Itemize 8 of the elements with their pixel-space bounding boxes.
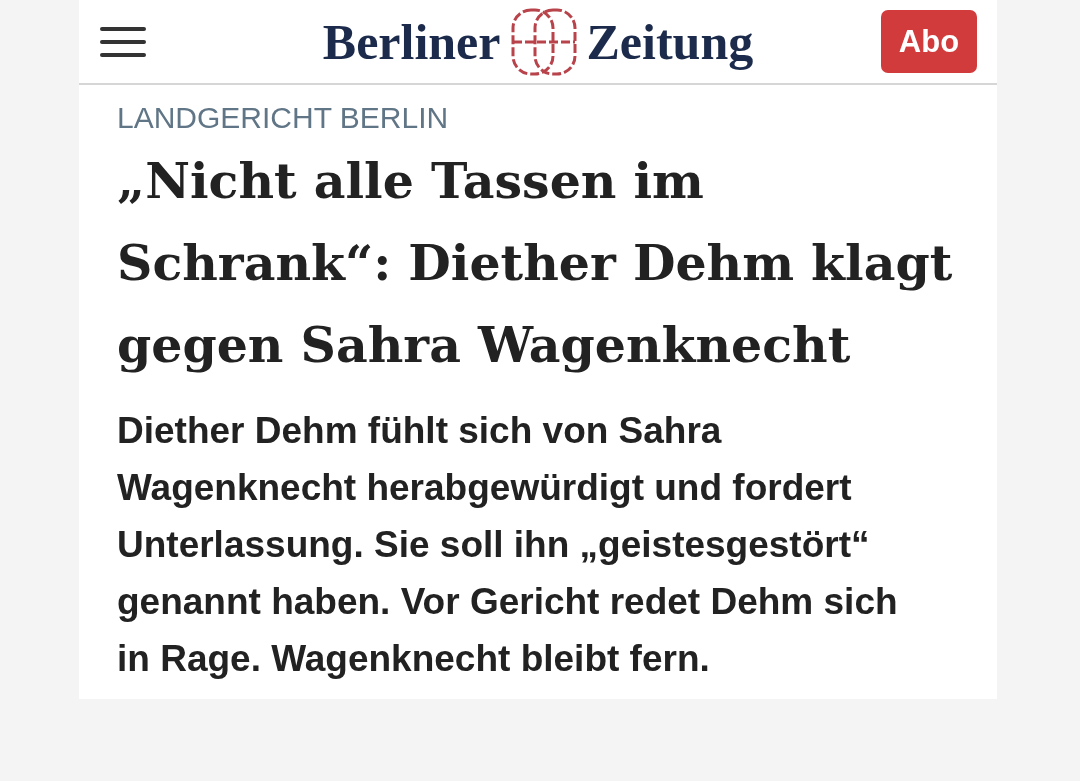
subscribe-button[interactable]: Abo bbox=[881, 10, 977, 73]
article-headline[interactable]: „Nicht alle Tassen im Schrank“: Diether Dehm klagt gegen Sahra Wagenknecht bbox=[117, 140, 957, 386]
logo-icon bbox=[510, 7, 577, 76]
logo-wordmark[interactable]: Zeitung bbox=[586, 13, 754, 70]
menu-icon[interactable] bbox=[100, 26, 146, 57]
logo-wordmark[interactable]: Berliner bbox=[322, 13, 501, 70]
article-kicker[interactable]: LANDGERICHT BERLIN bbox=[117, 102, 957, 134]
article-teaser: Diether Dehm fühlt sich von Sahra Wagenknecht herabgewürdigt und fordert Unterlassung. Sie soll ihn „geistesgestört“ genannt haben. Vor Gericht redet Dehm sich in Rage. Wagenknecht bleibt fern. bbox=[117, 409, 899, 681]
